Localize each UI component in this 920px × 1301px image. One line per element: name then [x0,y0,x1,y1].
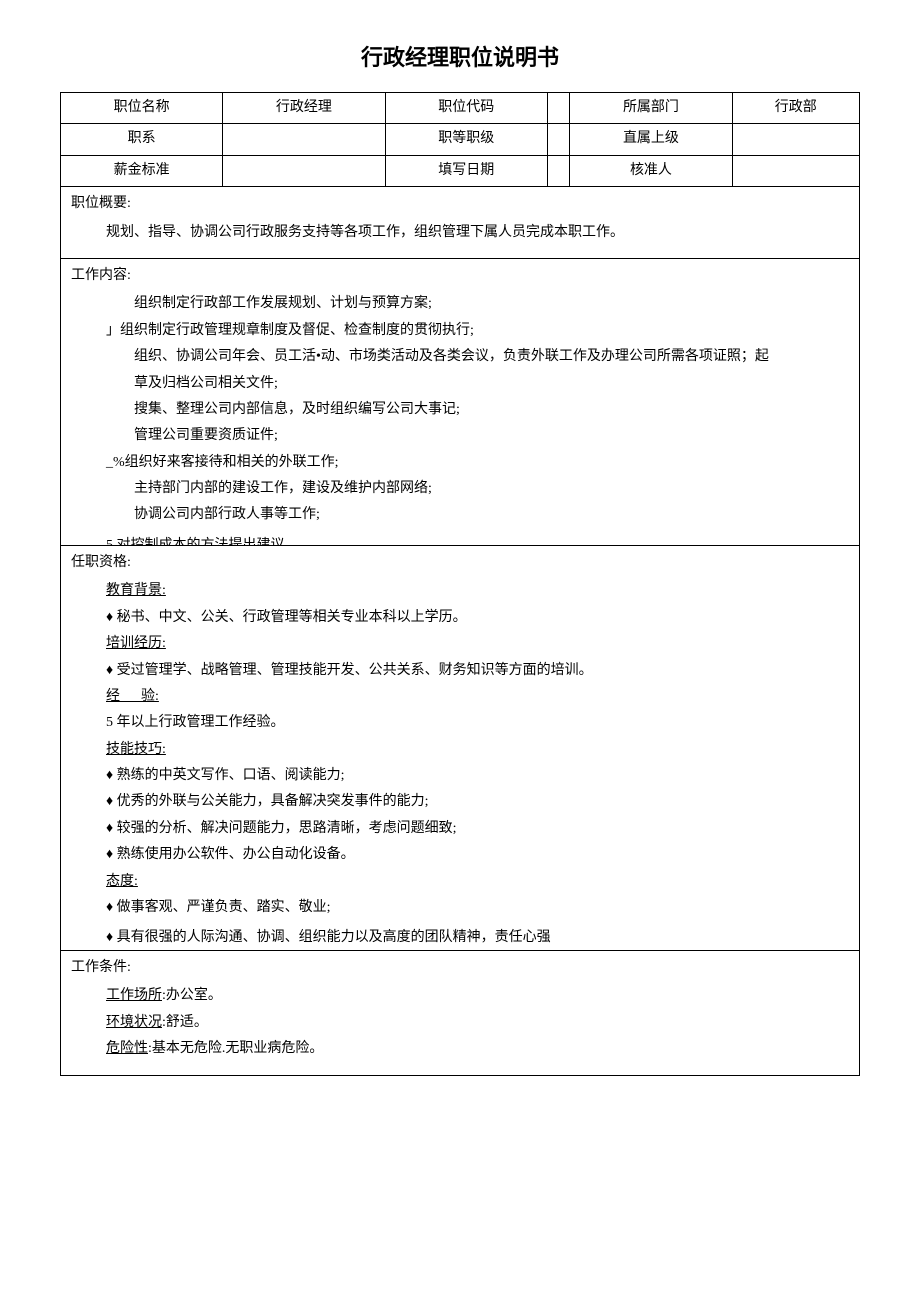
value-supervisor [732,124,859,155]
label-approver: 核准人 [570,155,732,186]
overview-row: 职位概要: 规划、指导、协调公司行政服务支持等各项工作，组织管理下属人员完成本职… [61,187,860,259]
value-approver [732,155,859,186]
attitude-heading: 态度: [106,874,138,889]
attitude-item-1: ♦ 做事客观、严谨负责、踏实、敬业; [71,897,849,919]
content-line-2: 」组织制定行政管理规章制度及督促、检查制度的贯彻执行; [71,320,849,342]
edu-item-1: ♦ 秘书、中文、公关、行政管理等相关专业本科以上学历。 [71,607,849,629]
cond-env: 环境状况:舒适。 [71,1012,849,1034]
value-position-name: 行政经理 [223,93,385,124]
content-line-7: 主持部门内部的建设工作，建设及维护内部网络; [71,478,849,500]
skill-item-3: ♦ 较强的分析、解决问题能力，思路清晰，考虑问题细致; [71,818,849,840]
content-line-4: 搜集、整理公司内部信息，及时组织编写公司大事记; [71,399,849,421]
header-row-2: 职系 职等职级 直属上级 [61,124,860,155]
content-line-3b: 草及归档公司相关文件; [71,373,849,395]
content-line-5: 管理公司重要资质证件; [71,425,849,447]
skill-item-4: ♦ 熟练使用办公软件、办公自动化设备。 [71,844,849,866]
exp-item-1: 5 年以上行政管理工作经验。 [71,712,849,734]
header-row-1: 职位名称 行政经理 职位代码 所属部门 行政部 [61,93,860,124]
attitude-item-2: ♦ 具有很强的人际沟通、协调、组织能力以及高度的团队精神，责任心强 [71,927,849,949]
cond-label: 工作条件: [71,957,849,979]
label-supervisor: 直属上级 [570,124,732,155]
overview-label: 职位概要: [71,193,849,215]
label-grade: 职等职级 [385,124,547,155]
train-item-1: ♦ 受过管理学、战略管理、管理技能开发、公共关系、财务知识等方面的培训。 [71,660,849,682]
skill-item-1: ♦ 熟练的中英文写作、口语、阅读能力; [71,765,849,787]
content-row: 工作内容: 组织制定行政部工作发展规划、计划与预算方案; 」组织制定行政管理规章… [61,258,860,545]
content-label: 工作内容: [71,265,849,287]
content-line-3: 组织、协调公司年会、员工活•动、市场类活动及各类会议，负责外联工作及办理公司所需… [71,346,849,368]
label-job-series: 职系 [61,124,223,155]
edu-heading: 教育背景: [106,583,166,598]
label-position-code: 职位代码 [385,93,547,124]
train-heading: 培训经历: [106,636,166,651]
qualification-row: 任职资格: 教育背景: ♦ 秘书、中文、公关、行政管理等相关专业本科以上学历。 … [61,545,860,950]
job-spec-table: 职位名称 行政经理 职位代码 所属部门 行政部 职系 职等职级 直属上级 薪金标… [60,92,860,1076]
overview-text: 规划、指导、协调公司行政服务支持等各项工作，组织管理下属人员完成本职工作。 [71,222,849,244]
qual-label: 任职资格: [71,552,849,574]
header-row-3: 薪金标准 填写日期 核准人 [61,155,860,186]
value-department: 行政部 [732,93,859,124]
value-salary [223,155,385,186]
label-department: 所属部门 [570,93,732,124]
content-line-9: 5 对控制成本的方法提出建议 [71,535,849,545]
skill-item-2: ♦ 优秀的外联与公关能力，具备解决突发事件的能力; [71,791,849,813]
value-grade [547,124,569,155]
value-position-code [547,93,569,124]
cond-risk: 危险性:基本无危险.无职业病危险。 [71,1038,849,1060]
label-position-name: 职位名称 [61,93,223,124]
value-job-series [223,124,385,155]
value-fill-date [547,155,569,186]
skill-heading: 技能技巧: [106,742,166,757]
label-salary: 薪金标准 [61,155,223,186]
content-line-8: 协调公司内部行政人事等工作; [71,504,849,526]
exp-heading: 经 验: [106,689,159,704]
label-fill-date: 填写日期 [385,155,547,186]
content-line-6: _%组织好来客接待和相关的外联工作; [71,452,849,474]
conditions-row: 工作条件: 工作场所:办公室。 环境状况:舒适。 危险性:基本无危险.无职业病危… [61,950,860,1075]
content-line-1: 组织制定行政部工作发展规划、计划与预算方案; [71,293,849,315]
document-title: 行政经理职位说明书 [60,40,860,72]
cond-place: 工作场所:办公室。 [71,985,849,1007]
